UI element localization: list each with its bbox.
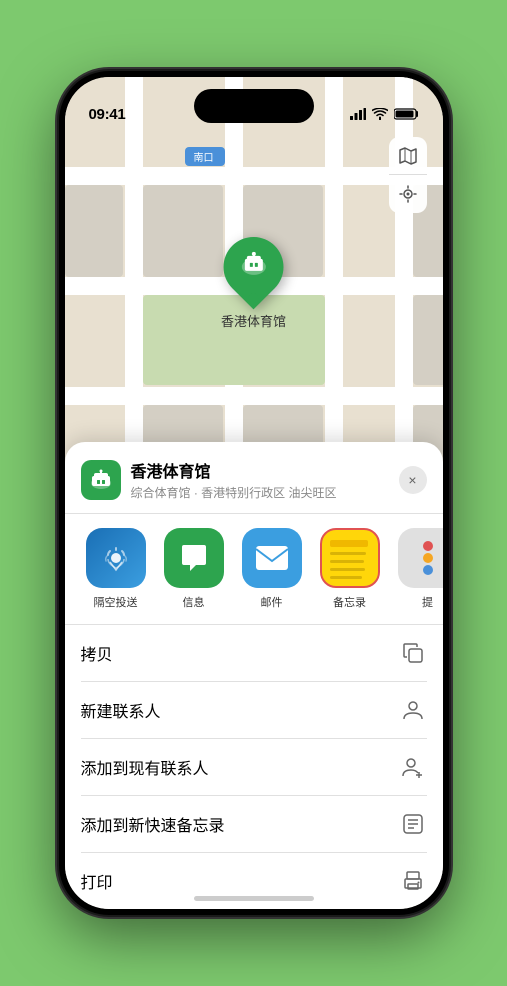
airdrop-label: 隔空投送 bbox=[94, 594, 138, 610]
phone-screen: 09:41 bbox=[65, 77, 443, 909]
map-block bbox=[65, 185, 123, 277]
notes-lines bbox=[322, 532, 378, 585]
signal-icon bbox=[350, 108, 366, 123]
copy-icon bbox=[399, 639, 427, 667]
venue-name: 香港体育馆 bbox=[131, 458, 399, 482]
status-time: 09:41 bbox=[89, 106, 126, 123]
mail-label: 邮件 bbox=[261, 594, 283, 610]
notes-icon bbox=[320, 528, 380, 588]
battery-icon bbox=[394, 108, 419, 123]
share-item-messages[interactable]: 信息 bbox=[159, 528, 229, 610]
action-list: 拷贝 新建联系人 bbox=[65, 625, 443, 909]
dynamic-island bbox=[194, 89, 314, 123]
person-plus-icon bbox=[399, 753, 427, 781]
note-icon bbox=[399, 810, 427, 838]
action-item-quick-note[interactable]: 添加到新快速备忘录 bbox=[81, 796, 427, 853]
map-road bbox=[65, 167, 443, 185]
venue-info: 香港体育馆 综合体育馆 · 香港特别行政区 油尖旺区 bbox=[131, 458, 399, 501]
share-item-more[interactable]: 提 bbox=[393, 528, 443, 610]
location-button[interactable] bbox=[389, 175, 427, 213]
color-dots bbox=[423, 541, 433, 575]
map-block bbox=[413, 295, 443, 385]
home-indicator bbox=[194, 896, 314, 901]
south-entrance-label: 南口 bbox=[185, 147, 225, 166]
map-controls bbox=[389, 137, 427, 213]
more-label: 提 bbox=[422, 594, 433, 610]
action-item-add-contact[interactable]: 添加到现有联系人 bbox=[81, 739, 427, 796]
more-icon bbox=[398, 528, 443, 588]
pin-shadow bbox=[248, 293, 258, 303]
share-row: 隔空投送 信息 bbox=[65, 514, 443, 625]
notes-label: 备忘录 bbox=[333, 594, 366, 610]
quick-note-label: 添加到新快速备忘录 bbox=[81, 812, 225, 836]
bottom-sheet: 香港体育馆 综合体育馆 · 香港特别行政区 油尖旺区 × bbox=[65, 442, 443, 909]
print-icon bbox=[399, 867, 427, 895]
share-item-notes[interactable]: 备忘录 bbox=[315, 528, 385, 610]
map-road bbox=[65, 387, 443, 405]
person-icon bbox=[399, 696, 427, 724]
mail-icon bbox=[242, 528, 302, 588]
action-item-copy[interactable]: 拷贝 bbox=[81, 625, 427, 682]
map-block bbox=[143, 185, 223, 277]
venue-icon bbox=[81, 460, 121, 500]
status-icons bbox=[350, 108, 419, 123]
messages-label: 信息 bbox=[183, 594, 205, 610]
map-type-button[interactable] bbox=[389, 137, 427, 175]
close-button[interactable]: × bbox=[399, 466, 427, 494]
new-contact-label: 新建联系人 bbox=[81, 698, 161, 722]
venue-pin-label: 香港体育馆 bbox=[221, 311, 286, 330]
airdrop-icon bbox=[86, 528, 146, 588]
copy-label: 拷贝 bbox=[81, 641, 113, 665]
share-item-mail[interactable]: 邮件 bbox=[237, 528, 307, 610]
pin-inner bbox=[238, 249, 268, 286]
share-item-airdrop[interactable]: 隔空投送 bbox=[81, 528, 151, 610]
phone-frame: 09:41 bbox=[59, 71, 449, 915]
sheet-header: 香港体育馆 综合体育馆 · 香港特别行政区 油尖旺区 × bbox=[65, 458, 443, 514]
location-pin: 香港体育馆 bbox=[221, 237, 286, 330]
action-item-new-contact[interactable]: 新建联系人 bbox=[81, 682, 427, 739]
messages-icon bbox=[164, 528, 224, 588]
wifi-icon bbox=[372, 108, 388, 123]
venue-subtitle: 综合体育馆 · 香港特别行政区 油尖旺区 bbox=[131, 484, 399, 501]
add-contact-label: 添加到现有联系人 bbox=[81, 755, 209, 779]
print-label: 打印 bbox=[81, 869, 113, 893]
